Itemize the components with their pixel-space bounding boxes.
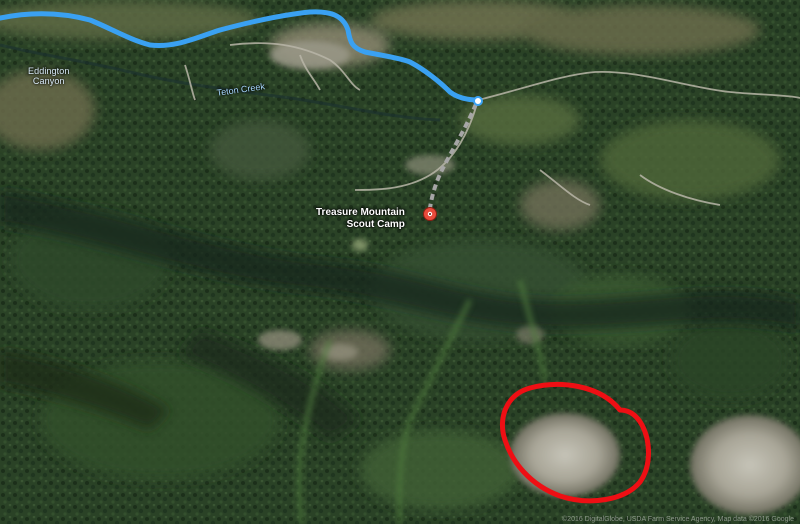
map-canvas[interactable]	[0, 0, 800, 524]
route-endpoint-icon[interactable]	[473, 96, 483, 106]
treasure-mountain-scout-camp-label[interactable]: Treasure Mountain Scout Camp	[316, 207, 405, 231]
map-attribution: ©2016 DigitalGlobe, USDA Farm Service Ag…	[562, 516, 794, 523]
satellite-map[interactable]: Eddington Canyon Teton Creek Treasure Mo…	[0, 0, 800, 524]
eddington-canyon-label: Eddington Canyon	[28, 66, 70, 86]
map-pin-icon[interactable]	[423, 207, 437, 221]
